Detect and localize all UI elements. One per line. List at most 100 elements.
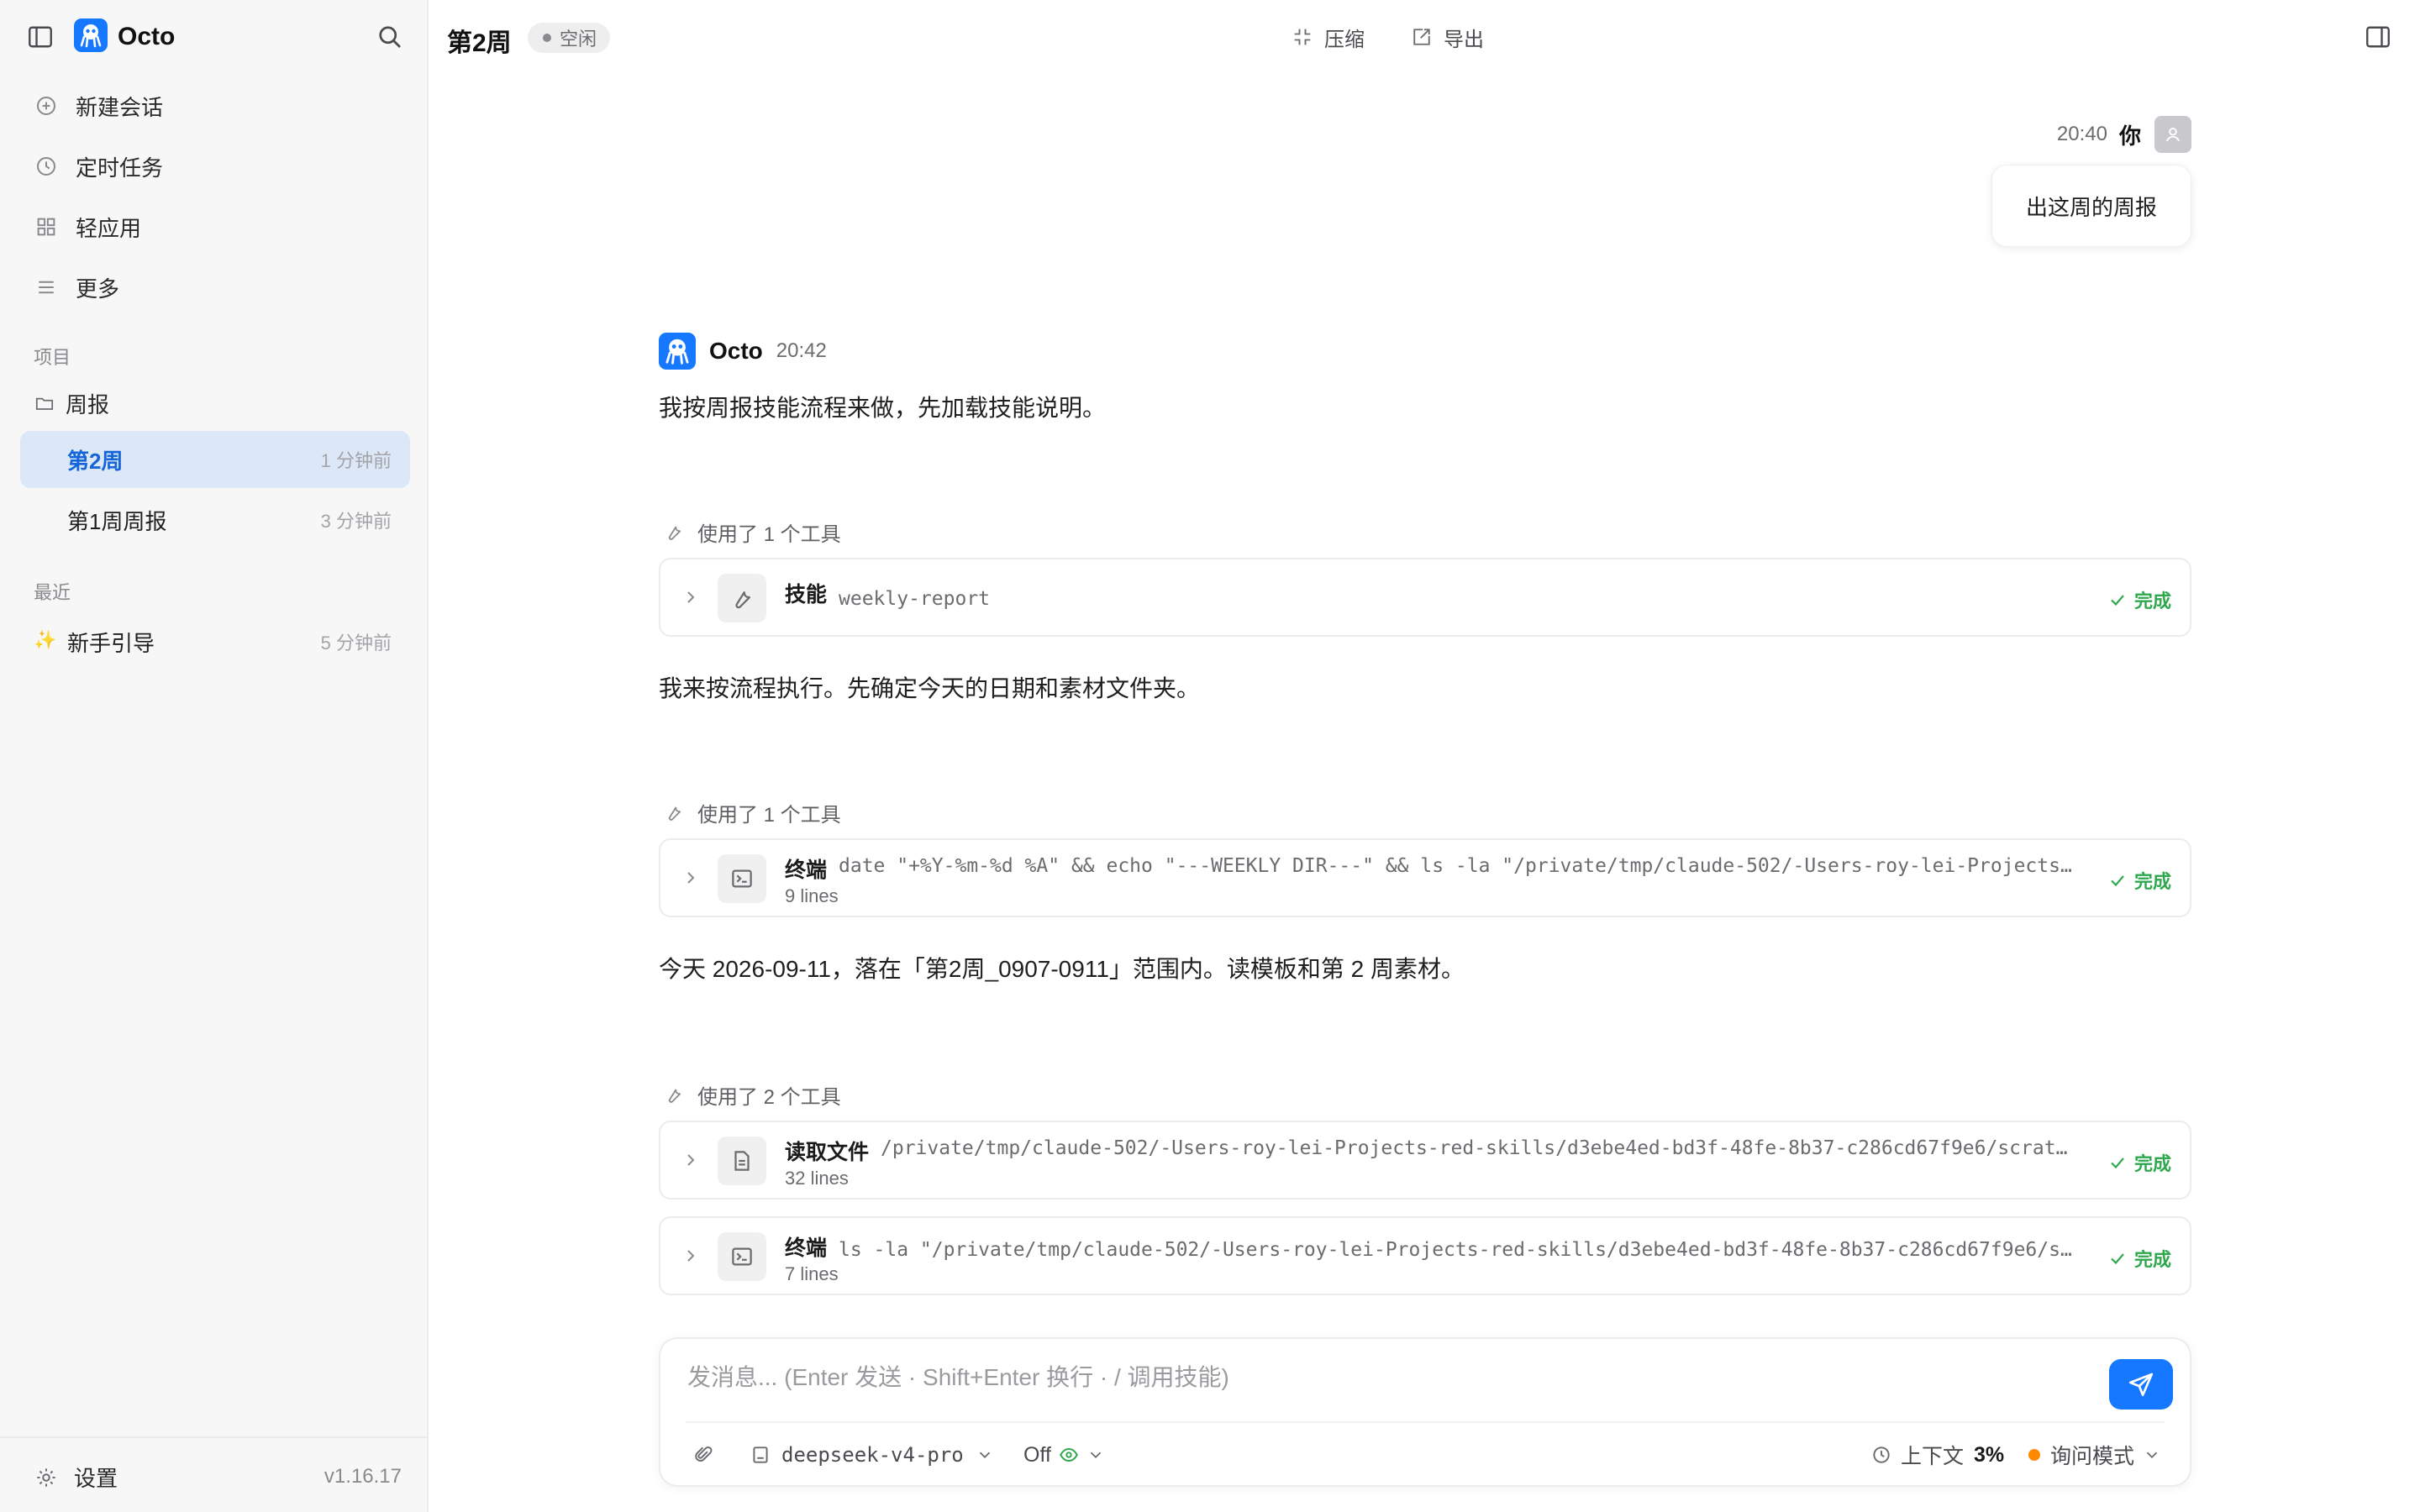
mode-indicator-dot: [2028, 1449, 2040, 1461]
compress-button[interactable]: 压缩: [1291, 22, 1365, 52]
tool-call-card[interactable]: 读取文件 /private/tmp/claude-502/-Users-roy-…: [659, 1121, 2191, 1200]
nav-new-chat[interactable]: 新建会话: [34, 87, 403, 125]
project-name: 周报: [66, 391, 110, 417]
chevron-right-icon[interactable]: [681, 1150, 701, 1170]
context-value: 3%: [1974, 1442, 2005, 1467]
chevron-down-icon: [979, 1452, 990, 1459]
composer-divider: [686, 1421, 2165, 1423]
tool-command: date "+%Y-%m-%d %A" && echo "---WEEKLY D…: [839, 855, 2074, 877]
compress-label: 压缩: [1324, 28, 1365, 51]
tool-status-label: 完成: [2133, 1249, 2171, 1270]
tool-call-card[interactable]: 技能 weekly-report 完成: [659, 558, 2191, 637]
conversation-item-active[interactable]: 第2周 1 分钟前: [20, 431, 410, 488]
tool-name: 读取文件: [785, 1141, 870, 1164]
project-folder[interactable]: 周报: [34, 388, 109, 418]
conversation-title: 第1周周报: [67, 508, 167, 534]
tool-command: /private/tmp/claude-502/-Users-roy-lei-P…: [881, 1137, 2074, 1159]
chevron-down-icon: [1090, 1452, 1102, 1459]
user-message-time: 20:40: [2056, 123, 2107, 145]
tool-status: 完成: [2107, 1245, 2171, 1272]
visibility-toggle[interactable]: Off: [1023, 1438, 1105, 1472]
tools-used-label: 使用了 1 个工具: [697, 522, 841, 546]
context-label: 上下文: [1901, 1445, 1965, 1468]
check-icon: [2111, 875, 2124, 887]
tool-output-lines: 32 lines: [785, 1168, 849, 1189]
nav-scheduled-tasks[interactable]: 定时任务: [34, 147, 403, 186]
tool-command: ls -la "/private/tmp/claude-502/-Users-r…: [839, 1239, 2074, 1261]
app-name: Octo: [118, 23, 176, 50]
search-icon[interactable]: [375, 22, 405, 52]
tools-used-label: 使用了 1 个工具: [697, 803, 841, 827]
send-icon: [2128, 1373, 2154, 1397]
assistant-text: 我来按流程执行。先确定今天的日期和素材文件夹。: [659, 675, 1201, 701]
check-icon: [2111, 1253, 2124, 1265]
tool-output-lines: 7 lines: [785, 1263, 839, 1284]
tool-name: 终端: [785, 1236, 828, 1260]
conversation-time: 1 分钟前: [320, 450, 392, 471]
file-icon: [718, 1137, 766, 1185]
chevron-right-icon[interactable]: [681, 587, 701, 607]
nav-light-apps[interactable]: 轻应用: [34, 207, 403, 246]
ask-mode-selector[interactable]: 询问模式: [2028, 1438, 2161, 1472]
sidebar-toggle-icon[interactable]: [25, 22, 55, 52]
projects-section-title: 项目: [34, 347, 71, 368]
app-version: v1.16.17: [324, 1465, 402, 1488]
nav-more[interactable]: 更多: [34, 268, 403, 307]
page-title: 第2周: [447, 29, 512, 57]
user-avatar-icon: [2154, 116, 2191, 153]
assistant-text: 今天 2026-09-11，落在「第2周_0907-0911」范围内。读模板和第…: [659, 956, 1465, 982]
wrench-icon: [668, 1089, 681, 1103]
clock-icon: [37, 157, 55, 176]
settings-label: 设置: [74, 1466, 118, 1491]
top-bar: 第2周 空闲 压缩 导出: [430, 0, 2420, 76]
tool-name: 终端: [785, 858, 828, 882]
plus-circle-icon: [37, 97, 55, 115]
toggle-state: Off: [1023, 1442, 1051, 1467]
message-input[interactable]: [687, 1357, 2065, 1398]
tool-command: weekly-report: [839, 588, 991, 610]
tools-used-summary[interactable]: 使用了 1 个工具: [664, 517, 841, 546]
send-button[interactable]: [2109, 1359, 2173, 1410]
wrench-icon: [718, 574, 766, 622]
gear-icon: [37, 1467, 55, 1487]
chevron-right-icon[interactable]: [681, 868, 701, 888]
user-message-bubble: 出这周的周报: [1991, 165, 2191, 247]
assistant-name: Octo: [709, 338, 763, 364]
assistant-message-time: 20:42: [776, 339, 827, 362]
model-selector[interactable]: deepseek-v4-pro: [750, 1438, 994, 1472]
tool-call-card[interactable]: 终端 date "+%Y-%m-%d %A" && echo "---WEEKL…: [659, 838, 2191, 917]
chevron-right-icon[interactable]: [681, 1246, 701, 1266]
attach-button[interactable]: [692, 1438, 714, 1472]
ask-mode-label: 询问模式: [2050, 1445, 2135, 1468]
right-panel-toggle-icon[interactable]: [2363, 22, 2393, 52]
context-usage: 上下文 3%: [1870, 1438, 2004, 1472]
conversation-title: 新手引导: [67, 630, 155, 656]
nav-label: 轻应用: [76, 215, 142, 241]
settings-button[interactable]: 设置: [34, 1462, 118, 1493]
status-dot: [543, 34, 551, 42]
terminal-icon: [718, 1232, 766, 1281]
octo-avatar-icon: [659, 333, 696, 370]
compress-icon: [1294, 29, 1311, 45]
check-icon: [2111, 595, 2124, 606]
conversation-title: 第2周: [67, 448, 124, 474]
eye-icon: [1060, 1447, 1078, 1462]
tools-used-summary[interactable]: 使用了 2 个工具: [664, 1080, 841, 1109]
menu-icon: [39, 281, 54, 294]
tools-used-summary[interactable]: 使用了 1 个工具: [664, 798, 841, 827]
status-label: 空闲: [560, 29, 597, 50]
tool-call-card[interactable]: 终端 ls -la "/private/tmp/claude-502/-User…: [659, 1216, 2191, 1295]
export-button[interactable]: 导出: [1410, 22, 1484, 52]
export-icon: [1413, 29, 1430, 45]
chevron-down-icon: [2146, 1452, 2158, 1459]
nav-label: 更多: [76, 276, 120, 302]
model-chip-icon: [753, 1446, 768, 1463]
conversation-item[interactable]: 第1周周报 3 分钟前: [20, 491, 410, 549]
tool-status: 完成: [2107, 1149, 2171, 1176]
clock-icon: [1873, 1446, 1890, 1463]
recent-conversation-item[interactable]: 新手引导 5 分钟前: [20, 613, 410, 670]
nav-label: 新建会话: [76, 94, 164, 120]
recent-section-title: 最近: [34, 582, 71, 603]
tool-output-lines: 9 lines: [785, 885, 839, 906]
export-label: 导出: [1444, 28, 1484, 51]
